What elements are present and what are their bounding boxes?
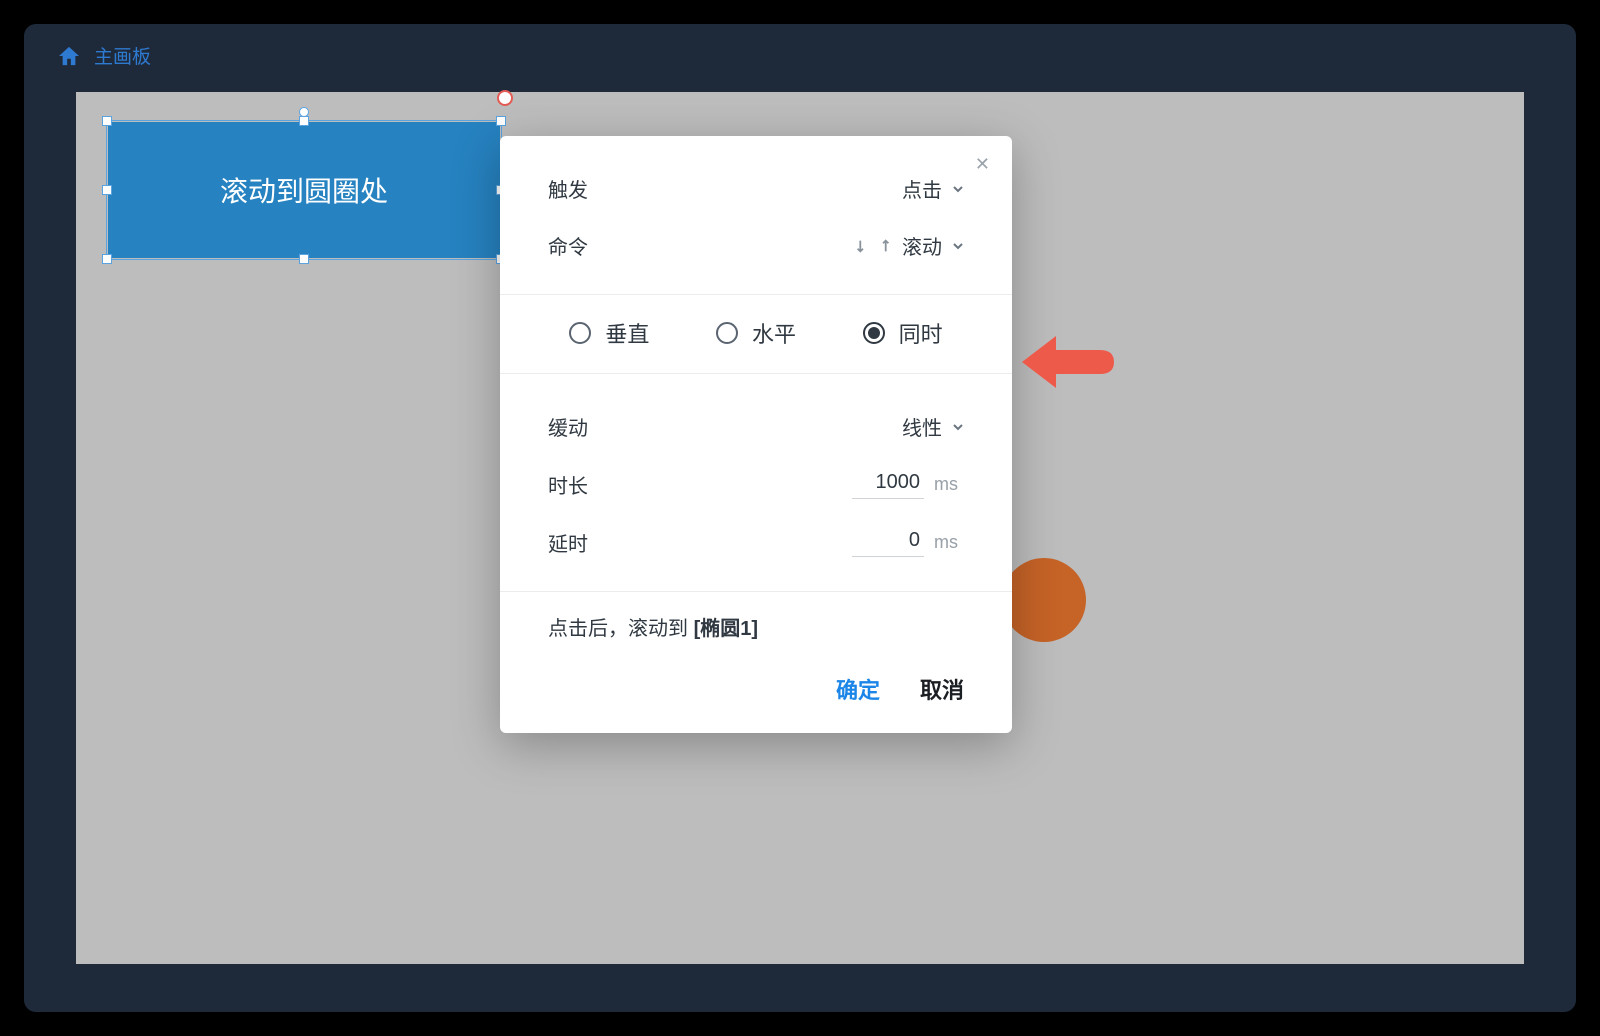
radio-circle-icon bbox=[716, 322, 738, 344]
radio-both[interactable]: 同时 bbox=[863, 317, 943, 349]
summary-prefix: 点击后，滚动到 bbox=[548, 618, 694, 640]
trigger-value: 点击 bbox=[902, 174, 942, 203]
ok-button[interactable]: 确定 bbox=[836, 673, 880, 705]
app-frame: 主画板 滚动到圆圈处 ✕ 触发 点击 bbox=[24, 24, 1576, 1012]
radio-vertical[interactable]: 垂直 bbox=[569, 317, 649, 349]
breadcrumb[interactable]: 主画板 bbox=[24, 24, 1576, 79]
close-button[interactable]: ✕ bbox=[969, 150, 996, 179]
command-value: 滚动 bbox=[902, 231, 942, 260]
interaction-link-anchor[interactable] bbox=[497, 90, 513, 106]
delay-row: 延时 ms bbox=[548, 513, 964, 571]
trigger-row[interactable]: 触发 点击 bbox=[548, 160, 964, 217]
duration-row: 时长 ms bbox=[548, 455, 964, 513]
summary-text: 点击后，滚动到 [椭圆1] bbox=[500, 591, 1012, 651]
selected-element-text: 滚动到圆圈处 bbox=[220, 170, 388, 210]
radio-label: 同时 bbox=[899, 317, 943, 349]
summary-target: [椭圆1] bbox=[694, 618, 758, 640]
origin-handle[interactable] bbox=[299, 107, 309, 117]
easing-value: 线性 bbox=[902, 412, 942, 441]
dialog-actions: 确定 取消 bbox=[500, 651, 1012, 733]
radio-horizontal[interactable]: 水平 bbox=[716, 317, 796, 349]
section-trigger: 触发 点击 命令 滚动 bbox=[500, 136, 1012, 294]
chevron-down-icon bbox=[952, 421, 964, 433]
radio-label: 垂直 bbox=[605, 317, 649, 349]
delay-input[interactable] bbox=[852, 527, 924, 557]
chevron-down-icon bbox=[952, 183, 964, 195]
duration-unit: ms bbox=[934, 474, 964, 495]
command-row[interactable]: 命令 滚动 bbox=[548, 217, 964, 274]
duration-input[interactable] bbox=[852, 469, 924, 499]
easing-label: 缓动 bbox=[548, 412, 588, 441]
radio-circle-icon bbox=[863, 322, 885, 344]
scroll-swap-icon bbox=[854, 237, 892, 255]
radio-label: 水平 bbox=[752, 317, 796, 349]
selected-button-element[interactable]: 滚动到圆圈处 bbox=[108, 122, 500, 258]
radio-circle-icon bbox=[569, 322, 591, 344]
direction-radio-group: 垂直 水平 同时 bbox=[500, 294, 1012, 374]
duration-label: 时长 bbox=[548, 470, 588, 499]
cancel-button[interactable]: 取消 bbox=[920, 673, 964, 705]
command-label: 命令 bbox=[548, 231, 588, 260]
chevron-down-icon bbox=[952, 240, 964, 252]
trigger-label: 触发 bbox=[548, 174, 588, 203]
easing-row[interactable]: 缓动 线性 bbox=[548, 398, 964, 455]
section-timing: 缓动 线性 时长 ms 延时 ms bbox=[500, 374, 1012, 591]
delay-unit: ms bbox=[934, 532, 964, 553]
target-ellipse[interactable] bbox=[1002, 558, 1086, 642]
breadcrumb-label: 主画板 bbox=[94, 42, 151, 69]
home-icon bbox=[58, 46, 80, 66]
delay-label: 延时 bbox=[548, 528, 588, 557]
interaction-popover: ✕ 触发 点击 命令 滚动 bbox=[500, 136, 1012, 733]
